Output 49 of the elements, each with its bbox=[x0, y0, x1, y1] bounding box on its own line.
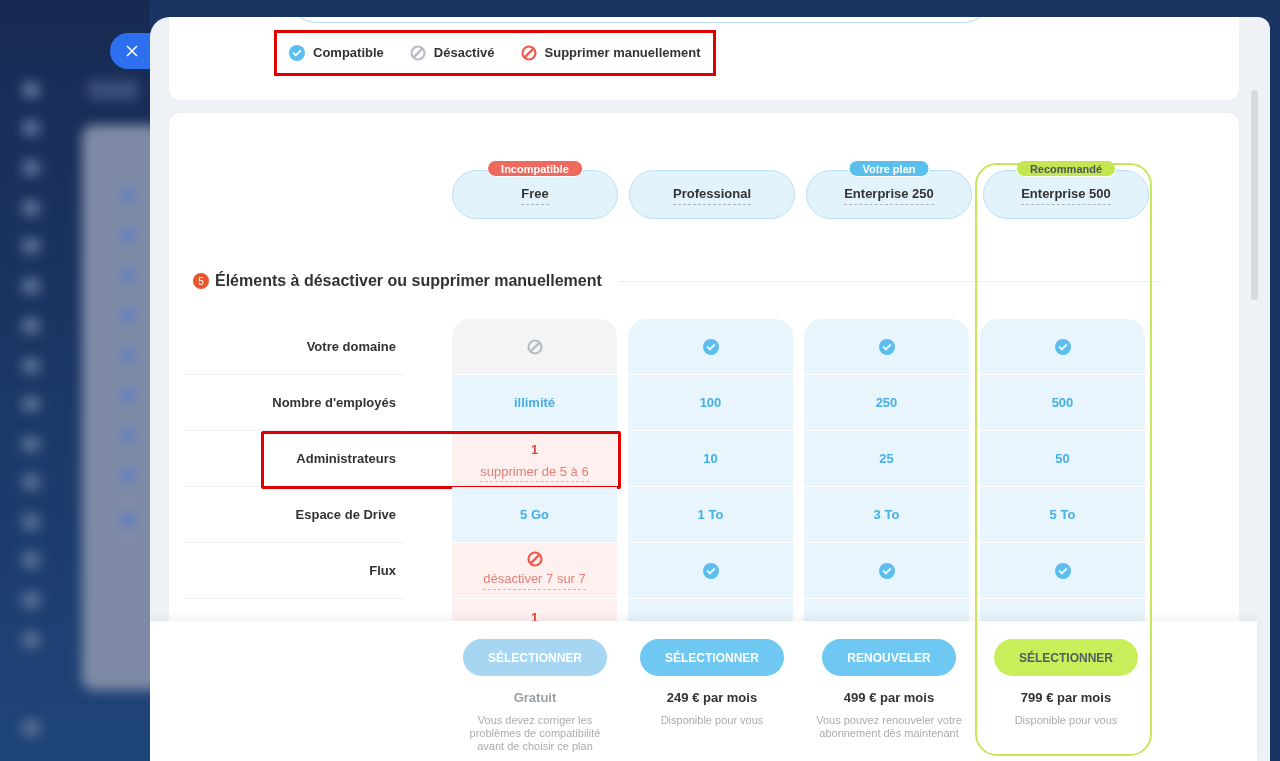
cell-value: 250 bbox=[875, 393, 898, 412]
check-icon bbox=[878, 562, 895, 579]
plan-price: 799 € par mois bbox=[1020, 689, 1112, 707]
section-title: Éléments à désactiver ou supprimer manuellement bbox=[215, 270, 602, 291]
cell-value: illimité bbox=[513, 393, 556, 412]
plan-note: Disponible pour vous bbox=[1013, 713, 1119, 727]
check-icon bbox=[289, 45, 305, 61]
plan-price: Gratuit bbox=[513, 689, 557, 707]
check-icon bbox=[702, 338, 719, 355]
ban-icon bbox=[526, 551, 543, 568]
row-label: Nombre d'employés bbox=[272, 393, 396, 412]
row-label: Administrateurs bbox=[296, 449, 396, 468]
plan-badge: Votre plan bbox=[848, 160, 930, 177]
plan-badge: Incompatible bbox=[487, 160, 583, 177]
cell-note: supprimer de 5 à 6 bbox=[480, 461, 589, 482]
cell-value: 3 To bbox=[873, 505, 900, 524]
ban-icon bbox=[526, 338, 543, 355]
cell-value: 25 bbox=[879, 449, 894, 468]
ban-icon bbox=[520, 45, 537, 61]
plan-price: 249 € par mois bbox=[666, 689, 758, 707]
plan-note: Disponible pour vous bbox=[659, 713, 765, 727]
cell-value: 5 Go bbox=[520, 505, 549, 524]
row-label: Votre domaine bbox=[306, 337, 396, 356]
cell-value: 50 bbox=[1055, 449, 1070, 468]
legend-label: Compatible bbox=[313, 44, 384, 63]
legend-label: Supprimer manuellement bbox=[544, 44, 701, 63]
row-label: Flux bbox=[369, 561, 396, 580]
plan-header[interactable]: Professional bbox=[629, 170, 795, 219]
check-icon bbox=[878, 338, 895, 355]
close-icon bbox=[126, 45, 138, 57]
plan-button[interactable]: SÉLECTIONNER bbox=[994, 639, 1138, 676]
count-badge: 5 bbox=[193, 273, 209, 289]
cell-note: désactiver 7 sur 7 bbox=[483, 569, 586, 590]
row-label: Espace de Drive bbox=[295, 505, 396, 524]
cell-value: 500 bbox=[1051, 393, 1074, 412]
plan-note: Vous devez corriger les problèmes de compatibilité avant de choisir ce plan bbox=[468, 713, 602, 753]
check-icon bbox=[1054, 338, 1071, 355]
cell-value: 1 To bbox=[697, 505, 724, 524]
cell-value: 1 bbox=[530, 441, 539, 459]
cell-value: 5 To bbox=[1049, 505, 1076, 524]
legend-label: Désactivé bbox=[433, 44, 495, 63]
check-icon bbox=[702, 562, 719, 579]
cell-value: 100 bbox=[699, 393, 722, 412]
ban-icon bbox=[409, 45, 426, 61]
cell-value: 1 bbox=[530, 609, 539, 627]
plan-price: 499 € par mois bbox=[843, 689, 935, 707]
cell-value: 10 bbox=[703, 449, 718, 468]
check-icon bbox=[1054, 562, 1071, 579]
plan-note: Vous pouvez renouveler votre abonnement dès maintenant bbox=[815, 713, 963, 740]
